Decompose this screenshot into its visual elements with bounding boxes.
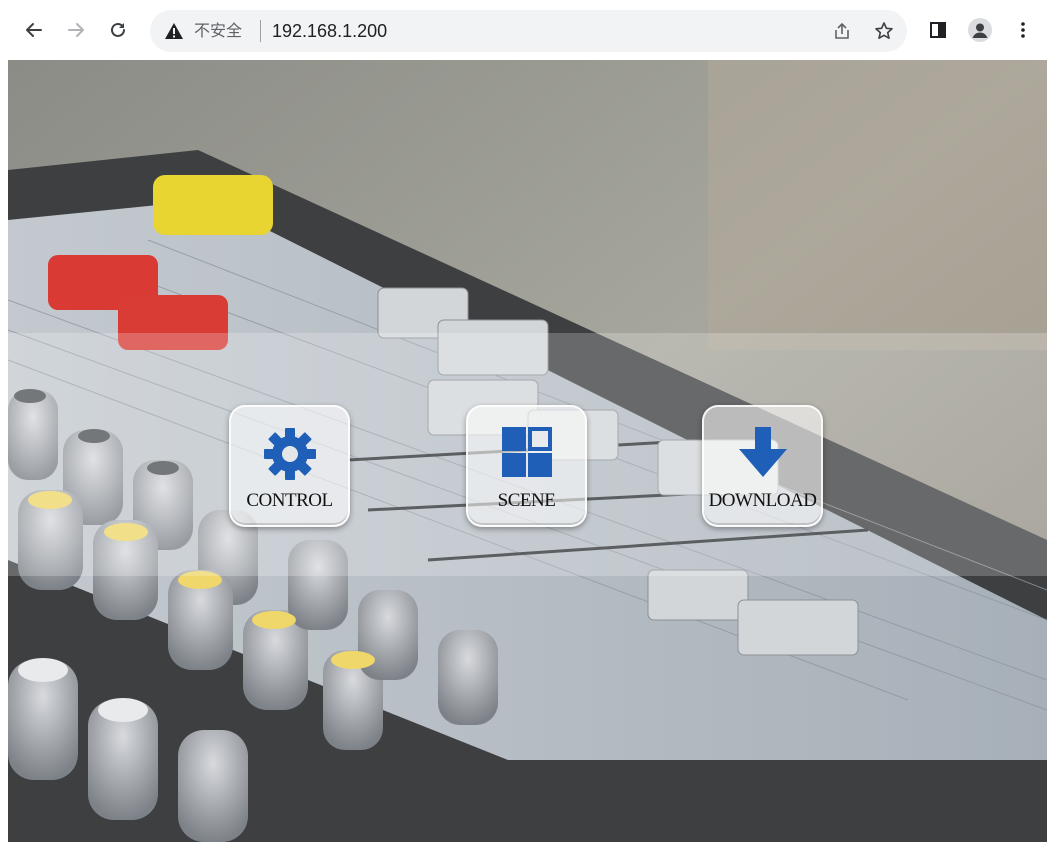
forward-button[interactable] — [62, 16, 90, 44]
gear-icon — [263, 428, 316, 480]
scene-label: SCENE — [497, 490, 556, 511]
share-icon[interactable] — [832, 21, 852, 41]
omnibox-separator — [260, 20, 261, 42]
side-panel-button[interactable] — [924, 16, 952, 44]
download-tile-button[interactable]: DOWNLOAD — [702, 405, 823, 527]
star-icon[interactable] — [874, 21, 894, 41]
kebab-menu-icon — [1021, 22, 1025, 38]
download-arrow-icon — [738, 427, 787, 477]
reload-button[interactable] — [104, 16, 132, 44]
back-button[interactable] — [20, 16, 48, 44]
control-tile-button[interactable]: CONTROL — [229, 405, 350, 527]
download-label: DOWNLOAD — [708, 490, 817, 511]
url-text[interactable]: 192.168.1.200 — [272, 20, 387, 42]
browser-toolbar: 不安全 192.168.1.200 — [0, 0, 1047, 60]
reload-icon — [111, 22, 125, 37]
arrow-left-icon — [26, 23, 42, 37]
security-status-label[interactable]: 不安全 — [194, 21, 242, 41]
warning-triangle-icon[interactable] — [164, 21, 184, 41]
side-panel-icon — [930, 22, 946, 38]
profile-avatar-icon — [968, 18, 992, 42]
menu-button[interactable] — [1009, 16, 1037, 44]
page-viewport: CONTROL SCENE DOWNLOAD — [8, 60, 1047, 842]
control-label: CONTROL — [246, 490, 333, 511]
arrow-right-icon — [68, 23, 84, 37]
profile-button[interactable] — [966, 16, 994, 44]
grid-icon — [501, 427, 552, 477]
address-bar[interactable]: 不安全 192.168.1.200 — [150, 10, 907, 52]
scene-tile-button[interactable]: SCENE — [466, 405, 587, 527]
